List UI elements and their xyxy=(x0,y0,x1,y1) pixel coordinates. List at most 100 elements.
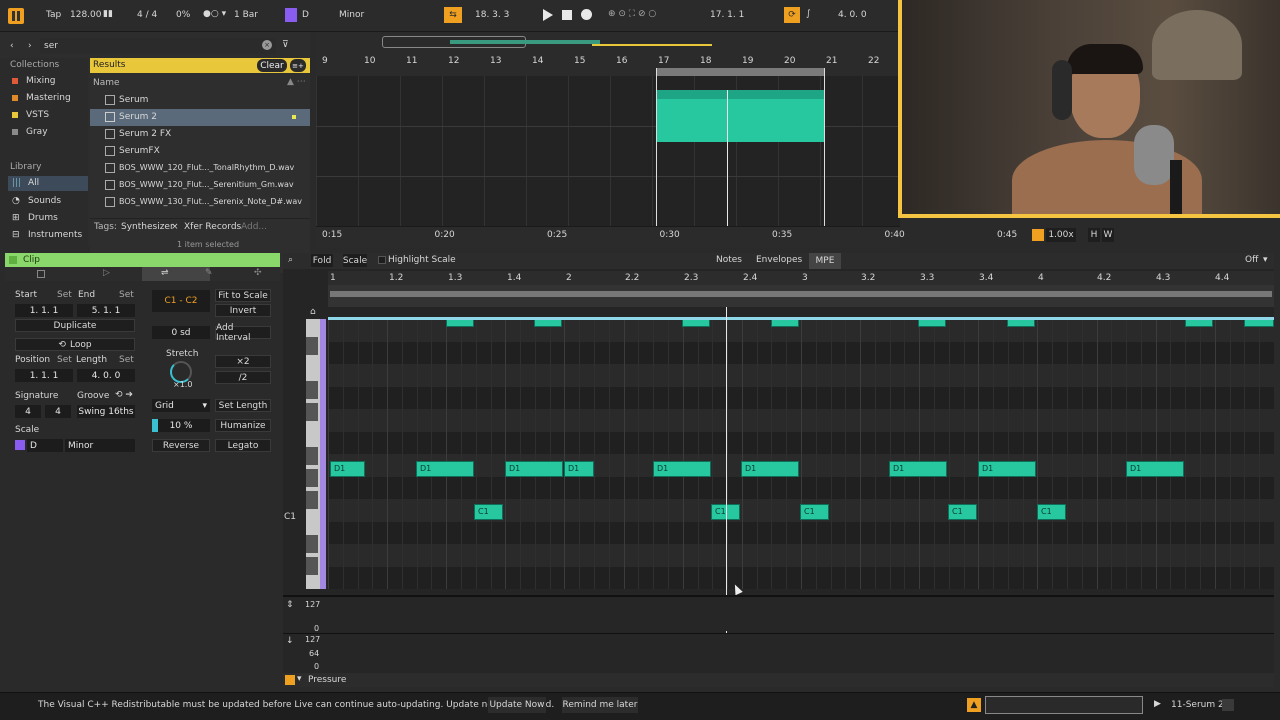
double-button[interactable]: ×2 xyxy=(215,355,271,368)
note-partial[interactable] xyxy=(534,319,562,327)
list-item[interactable]: BOS_WWW_120_Flut..._Serenitium_Gm.wav xyxy=(90,177,310,194)
search-icon[interactable]: ⌕ xyxy=(288,255,293,265)
scale-mode-icon[interactable] xyxy=(285,8,297,22)
tag-synthesizer[interactable]: Synthesizer xyxy=(121,222,174,232)
loop-switch-icon[interactable]: ⟳ xyxy=(784,7,800,23)
quantize-select[interactable]: 1 Bar xyxy=(234,10,258,20)
transpose-field[interactable]: 0 sd xyxy=(152,326,210,339)
note-partial[interactable] xyxy=(1007,319,1035,327)
generate-tab-icon[interactable]: ✣ xyxy=(254,268,262,278)
midi-note-d1[interactable]: D1 xyxy=(564,461,594,477)
transform-tab-icon[interactable]: ✎ xyxy=(205,268,213,278)
play-icon[interactable] xyxy=(543,9,553,21)
loop-length-field[interactable]: 4. 0. 0 xyxy=(838,10,867,20)
black-key[interactable] xyxy=(306,337,318,355)
clip-title-bar[interactable]: Clip xyxy=(5,253,280,267)
launch-tab-icon[interactable]: ▷ xyxy=(103,268,110,278)
save-search-icon[interactable]: ≡+ xyxy=(290,59,306,72)
metronome-icon[interactable]: ●○ ▾ xyxy=(203,9,226,19)
chevron-down-icon[interactable]: ▾ xyxy=(297,674,302,684)
remind-later-button[interactable]: Remind me later xyxy=(562,697,638,713)
follow-icon[interactable]: ⇆ xyxy=(444,7,462,23)
loop-start-field[interactable]: 17. 1. 1 xyxy=(710,10,744,20)
grid-select[interactable]: Grid ▾ xyxy=(152,399,210,412)
legato-button[interactable]: Legato xyxy=(215,439,271,452)
signature-numerator[interactable]: 4 xyxy=(15,405,41,418)
library-item-all[interactable]: ||| All xyxy=(8,176,88,191)
remove-tag-icon[interactable]: × xyxy=(171,222,179,232)
record-icon[interactable] xyxy=(581,9,592,20)
black-key[interactable] xyxy=(306,491,318,509)
signature-denominator[interactable]: 4 xyxy=(45,405,71,418)
position-field[interactable]: 1. 1. 1 xyxy=(15,369,73,382)
note-partial[interactable] xyxy=(446,319,474,327)
signature-field[interactable]: 4 / 4 xyxy=(137,10,157,20)
note-partial[interactable] xyxy=(1244,319,1274,327)
scale-mode-select[interactable]: Minor xyxy=(65,439,135,452)
invert-button[interactable]: Invert xyxy=(215,304,271,317)
loop-button[interactable]: ⟲ Loop xyxy=(15,338,135,351)
back-icon[interactable]: ‹ xyxy=(10,41,14,51)
midi-note-d1[interactable]: D1 xyxy=(416,461,474,477)
update-now-button[interactable]: Update Now xyxy=(488,697,546,713)
name-column-header[interactable]: Name xyxy=(93,78,120,88)
note-partial[interactable] xyxy=(1185,319,1213,327)
midi-note-d1[interactable]: D1 xyxy=(653,461,711,477)
list-item-selected[interactable]: Serum 2 xyxy=(90,109,310,126)
expand-icon[interactable]: ⇕ xyxy=(286,600,294,610)
midi-note-d1[interactable]: D1 xyxy=(330,461,365,477)
search-input[interactable]: ser × xyxy=(40,38,276,54)
clear-search-icon[interactable]: × xyxy=(262,40,272,50)
midi-clip[interactable] xyxy=(656,90,824,142)
h-button[interactable]: H xyxy=(1088,228,1100,242)
draw-mode-icon[interactable]: ∫ xyxy=(806,9,811,19)
midi-note-d1[interactable]: D1 xyxy=(505,461,563,477)
duplicate-button[interactable]: Duplicate xyxy=(15,319,135,332)
black-key[interactable] xyxy=(306,469,318,487)
fit-to-scale-button[interactable]: Fit to Scale xyxy=(215,289,271,302)
chance-lane[interactable]: ↓ 127 64 0 xyxy=(283,633,1274,673)
length-field[interactable]: 4. 0. 0 xyxy=(77,369,135,382)
chevron-down-icon[interactable]: ▾ xyxy=(1263,255,1268,265)
black-key[interactable] xyxy=(306,381,318,399)
add-interval-button[interactable]: Add Interval xyxy=(215,323,271,343)
tap-button[interactable]: Tap xyxy=(46,10,61,20)
time-ruler[interactable]: 0:15 0:20 0:25 0:30 0:35 0:40 0:45 xyxy=(316,226,1017,242)
w-button[interactable]: W xyxy=(1102,228,1114,242)
start-set-button[interactable]: Set xyxy=(57,290,72,300)
sort-icon[interactable]: ▲ ⋯ xyxy=(287,77,306,87)
loop-brace[interactable] xyxy=(656,68,824,76)
clear-button[interactable]: Clear xyxy=(257,59,287,72)
list-item[interactable]: BOS_WWW_130_Flut..._Serenix_Note_D#.wav xyxy=(90,194,310,211)
black-key[interactable] xyxy=(306,403,318,421)
halve-button[interactable]: /2 xyxy=(215,371,271,384)
length-set-button[interactable]: Set xyxy=(119,355,134,365)
midi-note-c1[interactable]: C1 xyxy=(474,504,503,520)
scale-enable-icon[interactable] xyxy=(15,440,25,450)
list-item[interactable]: SerumFX xyxy=(90,143,310,160)
filter-icon[interactable]: ⊽ xyxy=(282,40,289,50)
scale-select[interactable]: Minor xyxy=(339,10,364,20)
overdub-icon[interactable]: ⊕ ⊙ ⛶ ⊘ ○ xyxy=(608,9,656,19)
black-key[interactable] xyxy=(306,557,318,575)
reverse-button[interactable]: Reverse xyxy=(152,439,210,452)
beat-ruler[interactable]: 1 1.2 1.3 1.4 2 2.2 2.3 2.4 3 3.2 3.3 3.4 4 4.2 4.3 4.4 xyxy=(328,271,1274,285)
add-tag-button[interactable]: Add... xyxy=(241,222,267,232)
loop-bar[interactable] xyxy=(328,285,1274,307)
groove-select[interactable]: Swing 16ths xyxy=(77,405,135,418)
scale-button[interactable]: Scale xyxy=(343,254,367,267)
black-key[interactable] xyxy=(306,447,318,465)
play-track-icon[interactable]: ▶ xyxy=(1154,699,1161,709)
zoom-field[interactable]: 1.00x xyxy=(1046,228,1076,242)
end-set-button[interactable]: Set xyxy=(119,290,134,300)
scale-key-select[interactable]: D xyxy=(27,439,63,452)
nudge-icon[interactable]: ▮▮ xyxy=(103,9,113,19)
midi-note-d1[interactable]: D1 xyxy=(978,461,1036,477)
swing-field[interactable]: 0% xyxy=(176,10,190,20)
note-partial[interactable] xyxy=(682,319,710,327)
clip-tab-icon[interactable] xyxy=(37,270,45,278)
midi-note-d1[interactable]: D1 xyxy=(741,461,799,477)
set-length-button[interactable]: Set Length xyxy=(215,399,271,412)
midi-note-c1[interactable]: C1 xyxy=(1037,504,1066,520)
end-field[interactable]: 5. 1. 1 xyxy=(77,304,135,317)
